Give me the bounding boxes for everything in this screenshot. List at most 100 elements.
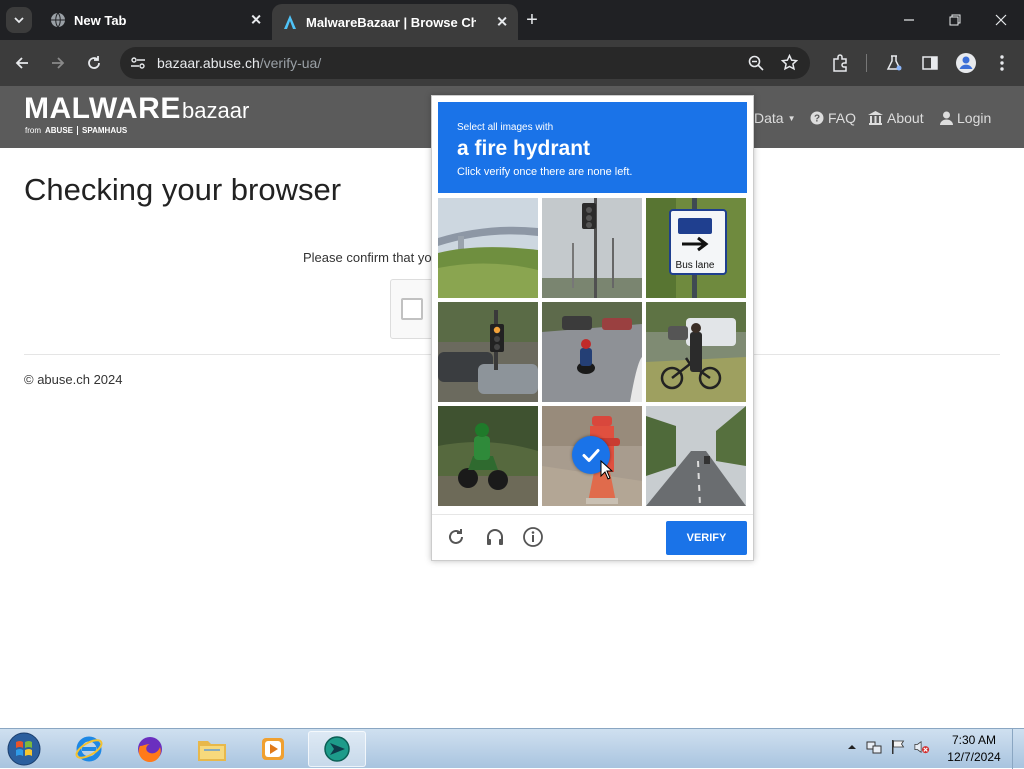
- zoom-icon[interactable]: [748, 55, 764, 76]
- tray-volume[interactable]: [914, 739, 930, 755]
- globe-icon: [50, 12, 66, 28]
- nav-login-label: Login: [957, 110, 992, 126]
- logo-by-text: from: [25, 126, 41, 135]
- menu-button[interactable]: [990, 51, 1014, 75]
- captcha-challenge-dialog: Select all images with a fire hydrant Cl…: [431, 95, 754, 561]
- tray-network[interactable]: [866, 739, 882, 755]
- nav-data-label: Data: [754, 110, 784, 126]
- logo-byline: from ABUSE SPAMHAUS: [25, 126, 127, 135]
- refresh-button[interactable]: [444, 525, 468, 549]
- clock-time: 7:30 AM: [951, 733, 997, 747]
- nav-faq[interactable]: ? FAQ: [810, 110, 856, 126]
- captcha-footer: VERIFY: [432, 514, 753, 560]
- extensions-button[interactable]: [828, 51, 852, 75]
- clock-date: 12/7/2024: [947, 750, 1001, 764]
- captcha-tile-1[interactable]: [438, 198, 538, 298]
- green-motorbike-image: [438, 406, 538, 506]
- traffic-light-cars-image: [438, 302, 538, 402]
- arrow-right-icon: [52, 57, 65, 69]
- close-window-button[interactable]: [978, 0, 1024, 40]
- info-icon: [523, 527, 543, 547]
- puzzle-icon: [833, 54, 847, 72]
- arrow-left-icon: [15, 57, 28, 69]
- url-host: bazaar.abuse.ch: [157, 55, 260, 71]
- side-panel-button[interactable]: [918, 51, 942, 75]
- address-bar[interactable]: bazaar.abuse.ch/verify-ua/: [120, 47, 810, 79]
- minimize-button[interactable]: [886, 0, 932, 40]
- tab-title: New Tab: [74, 12, 127, 28]
- show-hidden-icons-button[interactable]: [844, 739, 860, 755]
- confirm-text: Please confirm that you: [303, 250, 439, 265]
- close-icon: [995, 14, 1007, 26]
- restore-button[interactable]: [932, 0, 978, 40]
- nav-faq-label: FAQ: [828, 110, 857, 126]
- site-settings-icon[interactable]: [130, 55, 146, 76]
- user-icon: [940, 111, 953, 125]
- nav-login[interactable]: Login: [940, 110, 991, 126]
- caret-down-icon: ▼: [787, 113, 796, 123]
- info-button[interactable]: [521, 525, 545, 549]
- question-icon: ?: [810, 111, 824, 125]
- forward-button[interactable]: [46, 51, 70, 75]
- site-logo-sub: bazaar: [182, 98, 250, 123]
- captcha-tile-2[interactable]: [542, 198, 642, 298]
- taskbar-media-player[interactable]: [246, 731, 300, 767]
- captcha-tile-4[interactable]: [438, 302, 538, 402]
- overpass-image: [438, 198, 538, 298]
- reload-icon: [88, 56, 100, 69]
- browser-toolbar: bazaar.abuse.ch/verify-ua/: [0, 40, 1024, 86]
- tray-action-center[interactable]: [890, 739, 906, 755]
- firefox-icon: [138, 737, 162, 763]
- chevron-down-icon: [14, 17, 24, 24]
- close-tab-icon[interactable]: ✕: [250, 12, 262, 29]
- street-image: [646, 406, 746, 506]
- show-desktop-button[interactable]: [1012, 729, 1024, 769]
- building-icon: [868, 111, 883, 125]
- page-title: Checking your browser: [24, 172, 342, 207]
- caret-up-icon: [848, 745, 856, 749]
- start-button[interactable]: [2, 730, 46, 768]
- captcha-tile-7[interactable]: [438, 406, 538, 506]
- system-clock[interactable]: 7:30 AM 12/7/2024: [944, 732, 1004, 766]
- traffic-light-image: [542, 198, 642, 298]
- nav-about-label: About: [887, 110, 924, 126]
- captcha-checkbox[interactable]: [401, 298, 423, 320]
- bus-lane-sign-image: Bus lane: [646, 198, 746, 298]
- audio-challenge-button[interactable]: [483, 525, 507, 549]
- taskbar-firefox[interactable]: [123, 731, 177, 767]
- flask-icon: [886, 55, 902, 71]
- site-logo[interactable]: MALWARE: [24, 92, 181, 126]
- captcha-tile-9[interactable]: [646, 406, 746, 506]
- captcha-tile-8-selected[interactable]: [542, 406, 642, 506]
- captcha-tile-5[interactable]: [542, 302, 642, 402]
- reload-button[interactable]: [82, 51, 106, 75]
- bookmark-star-icon[interactable]: [780, 53, 799, 76]
- profile-button[interactable]: [954, 51, 978, 75]
- labs-button[interactable]: [882, 51, 906, 75]
- tab-new-tab[interactable]: New Tab ✕: [40, 0, 272, 40]
- side-panel-icon: [922, 56, 938, 70]
- new-tab-button[interactable]: +: [520, 8, 544, 32]
- network-icon: [866, 741, 882, 754]
- nav-about[interactable]: About: [868, 110, 924, 126]
- malwarebazaar-favicon-icon: [282, 14, 298, 30]
- tab-malwarebazaar[interactable]: MalwareBazaar | Browse Checked ✕: [272, 4, 518, 40]
- nav-data[interactable]: Data ▼: [754, 110, 796, 126]
- taskbar-internet-explorer[interactable]: [62, 731, 116, 767]
- mouse-cursor-icon: [600, 460, 614, 480]
- captcha-tile-3[interactable]: Bus lane: [646, 198, 746, 298]
- captcha-target-object: a fire hydrant: [457, 137, 591, 160]
- refresh-icon: [449, 529, 463, 544]
- tab-title: MalwareBazaar | Browse Checked: [306, 14, 476, 30]
- minimize-icon: [904, 19, 914, 21]
- taskbar-browser-active[interactable]: [308, 731, 366, 767]
- close-tab-icon[interactable]: ✕: [496, 14, 508, 31]
- copyright: © abuse.ch 2024: [24, 372, 123, 387]
- tab-search-button[interactable]: [6, 7, 32, 33]
- logo-spamhaus-text: SPAMHAUS: [82, 126, 128, 135]
- captcha-tile-6[interactable]: [646, 302, 746, 402]
- avatar-icon: [956, 53, 976, 73]
- back-button[interactable]: [10, 51, 34, 75]
- verify-button[interactable]: VERIFY: [666, 521, 747, 555]
- taskbar-file-explorer[interactable]: [185, 731, 239, 767]
